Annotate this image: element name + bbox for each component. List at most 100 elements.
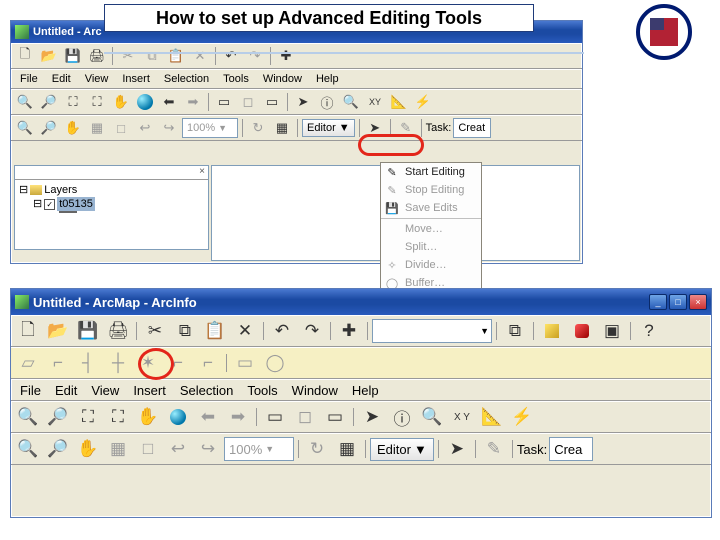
layout-back-button[interactable]: ↩	[134, 117, 156, 139]
zoom-in-button[interactable]: 🔍	[14, 403, 42, 431]
select-elements-button[interactable]: ▭	[261, 91, 283, 113]
layout-zoom-in-button[interactable]: 🔍	[14, 117, 36, 139]
fwd-extent-button[interactable]: ➡	[224, 403, 252, 431]
layout-zoom-out-button[interactable]: 🔎	[44, 435, 72, 463]
editor-dropdown-button[interactable]: Editor▼	[370, 438, 434, 461]
redo-button[interactable]: ↷	[298, 317, 326, 345]
editor-dropdown-button[interactable]: Editor▼	[302, 119, 355, 137]
select-elements-button[interactable]: ▭	[321, 403, 349, 431]
zoom-in-button[interactable]: 🔍	[14, 91, 36, 113]
menu-insert[interactable]: Insert	[116, 72, 156, 86]
fixed-zoom-in-icon[interactable]: ⛶	[74, 403, 102, 431]
refresh-button[interactable]: ↻	[247, 117, 269, 139]
layout-extent-button[interactable]: ▦	[86, 117, 108, 139]
extend-tool-icon[interactable]: ┤	[74, 349, 102, 377]
hyperlink-button[interactable]: ⚡	[412, 91, 434, 113]
copy-features-tool-icon[interactable]: ▱	[14, 349, 42, 377]
data-frame-button[interactable]: ▦	[333, 435, 361, 463]
save-button[interactable]: 💾	[62, 45, 84, 67]
undo-button[interactable]: ↶	[268, 317, 296, 345]
menu-file[interactable]: File	[14, 382, 47, 399]
menu-bar[interactable]: File Edit View Insert Selection Tools Wi…	[11, 69, 582, 89]
clear-selection-button[interactable]: ◻	[237, 91, 259, 113]
toc-close-strip[interactable]: ×	[15, 166, 208, 180]
toc-layer-item[interactable]: ⊟ ✓ t05135	[19, 197, 204, 211]
whats-this-button[interactable]: ?	[635, 317, 663, 345]
menu-tools[interactable]: Tools	[241, 382, 283, 399]
pointer-button[interactable]: ➤	[292, 91, 314, 113]
menu-split[interactable]: Split…	[381, 238, 481, 256]
cut-button[interactable]: ✂	[141, 317, 169, 345]
maximize-button[interactable]: □	[669, 294, 687, 310]
menu-view[interactable]: View	[79, 72, 115, 86]
add-data-button[interactable]: ✚	[275, 45, 297, 67]
toc-layers-root[interactable]: ⊟ Layers	[19, 183, 204, 197]
redo-button[interactable]: ↷	[244, 45, 266, 67]
measure-button[interactable]: 📐	[388, 91, 410, 113]
layout-actual-button[interactable]: □	[134, 435, 162, 463]
command-line-button[interactable]: ▣	[598, 317, 626, 345]
menu-move[interactable]: Move…	[381, 220, 481, 238]
undo-button[interactable]: ↶	[220, 45, 242, 67]
zoom-combo[interactable]: 100%▼	[182, 118, 238, 138]
circle-tool-icon[interactable]: ◯	[261, 349, 289, 377]
select-features-button[interactable]: ▭	[261, 403, 289, 431]
pan-button[interactable]: ✋	[134, 403, 162, 431]
minimize-button[interactable]: _	[649, 294, 667, 310]
identify-button[interactable]: ⓘ	[316, 91, 338, 113]
fwd-extent-button[interactable]: ➡	[182, 91, 204, 113]
delete-button[interactable]: ✕	[189, 45, 211, 67]
goxy-button[interactable]: X Y	[448, 403, 476, 431]
paste-button[interactable]: 📋	[201, 317, 229, 345]
zoom-out-button[interactable]: 🔎	[38, 91, 60, 113]
open-button[interactable]: 📂	[44, 317, 72, 345]
trim-tool-icon[interactable]: ┼	[104, 349, 132, 377]
delete-button[interactable]: ✕	[231, 317, 259, 345]
layout-fwd-button[interactable]: ↪	[158, 117, 180, 139]
new-doc-button[interactable]: 🗋	[14, 45, 36, 67]
back-extent-button[interactable]: ⬅	[158, 91, 180, 113]
copy-button[interactable]: ⧉	[141, 45, 163, 67]
titlebar[interactable]: Untitled - ArcMap - ArcInfo _ □ ×	[11, 289, 711, 315]
menu-selection[interactable]: Selection	[158, 72, 215, 86]
fixed-zoom-out-icon[interactable]: ⛶	[104, 403, 132, 431]
close-button[interactable]: ×	[689, 294, 707, 310]
fixed-zoom-out-icon[interactable]: ⛶	[86, 91, 108, 113]
full-extent-button[interactable]	[134, 91, 156, 113]
layout-actual-button[interactable]: □	[110, 117, 132, 139]
find-button[interactable]: 🔍	[340, 91, 362, 113]
scale-combo[interactable]: ▼	[372, 319, 492, 343]
clear-selection-button[interactable]: ◻	[291, 403, 319, 431]
print-button[interactable]: 🖨	[104, 317, 132, 345]
measure-button[interactable]: 📐	[478, 403, 506, 431]
identify-button[interactable]: ⓘ	[388, 403, 416, 431]
menu-file[interactable]: File	[14, 72, 44, 86]
goxy-button[interactable]: XY	[364, 91, 386, 113]
find-button[interactable]: 🔍	[418, 403, 446, 431]
menu-help[interactable]: Help	[310, 72, 345, 86]
menu-divide[interactable]: ✧Divide…	[381, 256, 481, 274]
layout-fwd-button[interactable]: ↪	[194, 435, 222, 463]
menu-selection[interactable]: Selection	[174, 382, 239, 399]
menu-start-editing[interactable]: ✎Start Editing	[381, 163, 481, 181]
edit-tool-button[interactable]: ➤	[443, 435, 471, 463]
menu-insert[interactable]: Insert	[127, 382, 172, 399]
save-button[interactable]: 💾	[74, 317, 102, 345]
arccatalog-button[interactable]	[538, 317, 566, 345]
menu-stop-editing[interactable]: ✎Stop Editing	[381, 181, 481, 199]
menu-help[interactable]: Help	[346, 382, 385, 399]
zoom-out-button[interactable]: 🔎	[44, 403, 72, 431]
layout-zoom-in-button[interactable]: 🔍	[14, 435, 42, 463]
select-features-button[interactable]: ▭	[213, 91, 235, 113]
task-combo[interactable]: Crea	[549, 437, 593, 461]
menu-tools[interactable]: Tools	[217, 72, 255, 86]
menu-save-edits[interactable]: 💾Save Edits	[381, 199, 481, 217]
open-button[interactable]: 📂	[38, 45, 60, 67]
paste-button[interactable]: 📋	[165, 45, 187, 67]
fillet-tool-icon[interactable]: ⌐	[44, 349, 72, 377]
menu-view[interactable]: View	[85, 382, 125, 399]
sketch-tool-button[interactable]: ✎	[480, 435, 508, 463]
copy-button[interactable]: ⧉	[171, 317, 199, 345]
menu-window[interactable]: Window	[286, 382, 344, 399]
layout-pan-button[interactable]: ✋	[74, 435, 102, 463]
